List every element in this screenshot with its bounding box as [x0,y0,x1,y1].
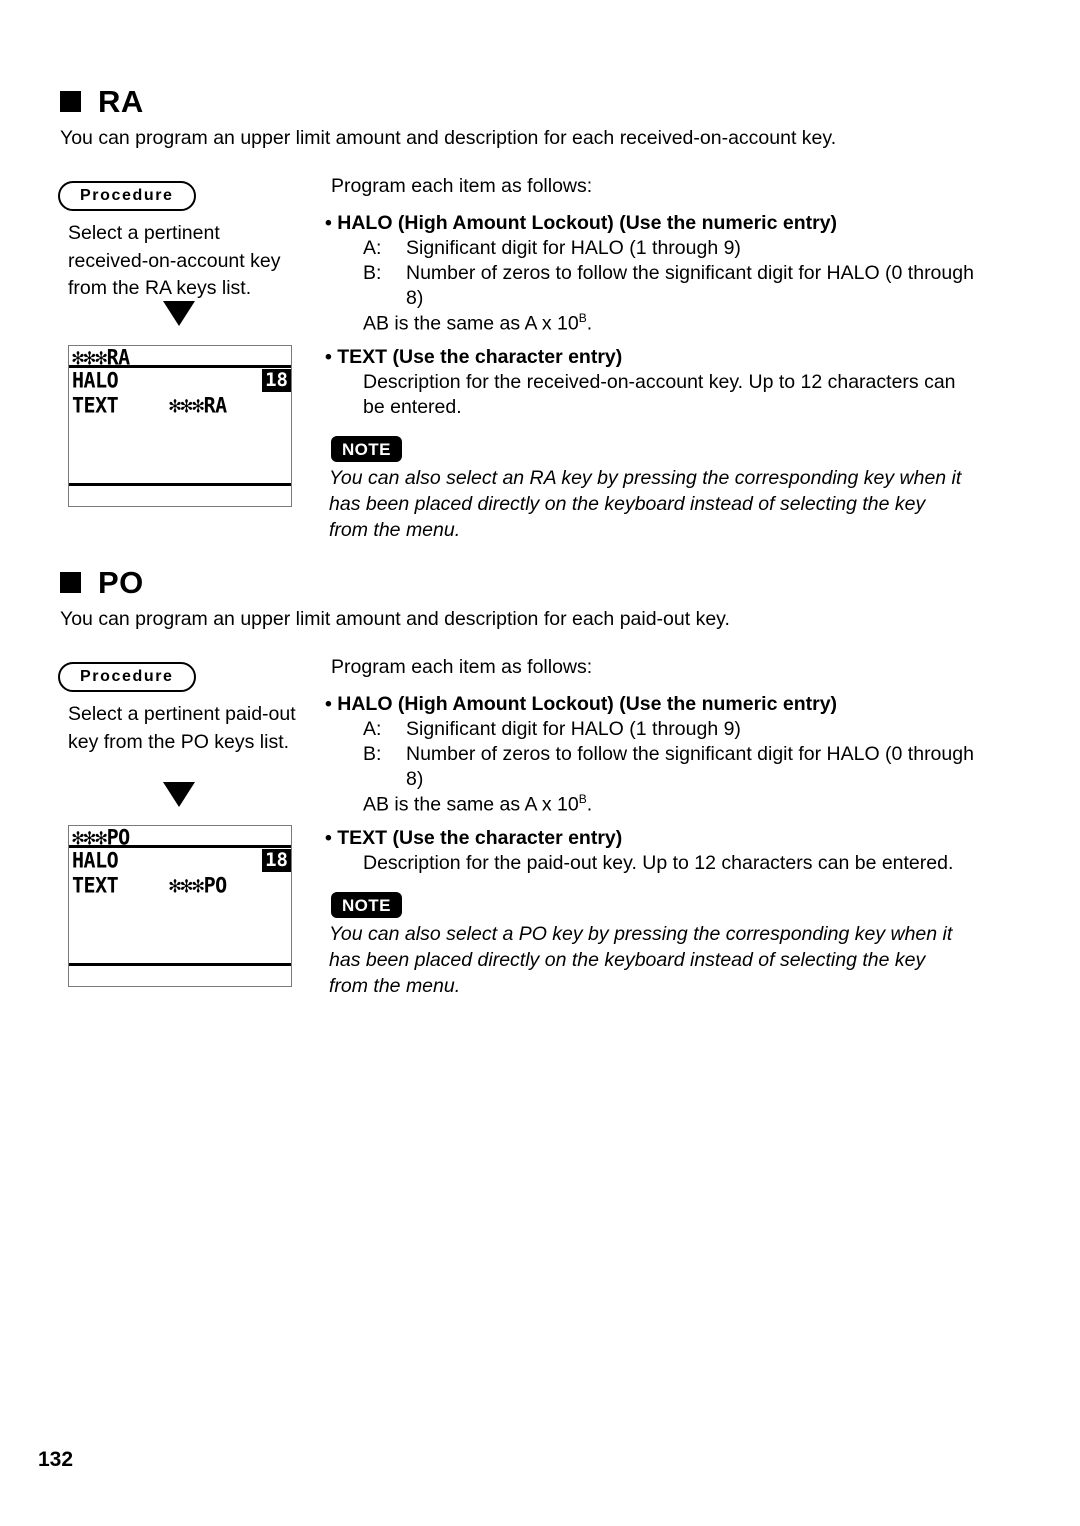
halo-ab-formula-ra: AB is the same as A x 10B. [363,311,592,336]
text-body-ra: Description for the received-on-account … [363,371,956,418]
lcd-title-text-ra: ✻✻✻RA [72,345,130,370]
procedure-badge-label-ra: Procedure [80,187,174,204]
halo-heading-po: • HALO (High Amount Lockout) (Use the nu… [325,693,838,715]
halo-ab-prefix-po: AB is the same as A x 10 [363,793,579,816]
halo-ab-exponent-ra: B [578,311,587,325]
lcd-title-text-po: ✻✻✻PO [72,825,130,850]
down-arrow-icon-po [163,782,195,807]
halo-ab-formula-po: AB is the same as A x 10B. [363,792,592,817]
procedure-badge-po: Procedure [58,662,196,692]
halo-b-text-ra: Number of zeros to follow the significan… [406,262,974,309]
halo-ab-prefix-ra: AB is the same as A x 10 [363,312,579,335]
section-title-ra: RA [98,84,144,119]
lcd-label-halo-po: HALO [72,846,119,873]
halo-ab-suffix-ra: . [586,312,593,335]
program-line-ra: Program each item as follows: [331,175,593,197]
text-heading-po: • TEXT (Use the character entry) [325,827,623,849]
note-body-po: You can also select a PO key by pressing… [329,923,953,997]
halo-b-text-po: Number of zeros to follow the significan… [406,743,974,790]
procedure-step-text-po: Select a pertinent paid-out key from the… [68,703,296,753]
down-arrow-icon-ra [163,301,195,326]
section-title-po: PO [98,565,144,600]
note-badge-po: NOTE [331,892,402,918]
program-line-po: Program each item as follows: [331,656,593,678]
halo-heading-ra: • HALO (High Amount Lockout) (Use the nu… [325,212,838,234]
lcd-title-bar-po: ✻✻✻PO [69,825,291,850]
lcd-footer-ra [69,486,291,506]
note-badge-label-ra: NOTE [342,439,391,459]
text-body-po: Description for the paid-out key. Up to … [363,852,954,874]
section-heading-ra: RA [60,86,144,117]
lcd-label-text-ra: TEXT [72,391,119,418]
procedure-badge-ra: Procedure [58,181,196,211]
lcd-value-text-po: ✻✻✻PO [169,871,227,898]
lcd-display-po: ✻✻✻PO HALO 18 TEXT ✻✻✻PO [68,825,292,987]
section-intro-ra: You can program an upper limit amount an… [60,127,837,149]
halo-b-label-ra: B: [363,262,382,284]
procedure-badge-label-po: Procedure [80,668,174,685]
lcd-title-bar-ra: ✻✻✻RA [69,345,291,370]
lcd-label-halo-ra: HALO [72,366,119,393]
square-bullet-icon [60,572,81,593]
halo-b-label-po: B: [363,743,382,765]
document-page: RA You can program an upper limit amount… [0,0,1080,1526]
note-badge-label-po: NOTE [342,895,391,915]
halo-ab-exponent-po: B [578,792,587,806]
square-bullet-icon [60,91,81,112]
note-body-ra: You can also select an RA key by pressin… [329,467,962,541]
lcd-row-halo-po: HALO 18 [69,848,291,873]
page-number: 132 [38,1448,74,1471]
lcd-row-text-ra: TEXT ✻✻✻RA [69,393,291,418]
lcd-footer-po [69,966,291,986]
section-heading-po: PO [60,567,144,598]
lcd-value-text-ra: ✻✻✻RA [169,391,227,418]
lcd-badge-halo-po: 18 [262,849,291,872]
lcd-body-ra: HALO 18 TEXT ✻✻✻RA [69,368,291,468]
halo-a-text-ra: Significant digit for HALO (1 through 9) [406,237,741,259]
lcd-label-text-po: TEXT [72,871,119,898]
lcd-badge-halo-ra: 18 [262,369,291,392]
lcd-row-halo-ra: HALO 18 [69,368,291,393]
note-badge-ra: NOTE [331,436,402,462]
procedure-step-text-ra: Select a pertinent received-on-account k… [68,222,281,300]
section-intro-po: You can program an upper limit amount an… [60,608,730,630]
lcd-body-po: HALO 18 TEXT ✻✻✻PO [69,848,291,948]
halo-a-label-po: A: [363,718,382,740]
halo-a-label-ra: A: [363,237,382,259]
lcd-row-text-po: TEXT ✻✻✻PO [69,873,291,898]
text-heading-ra: • TEXT (Use the character entry) [325,346,623,368]
halo-a-text-po: Significant digit for HALO (1 through 9) [406,718,741,740]
halo-ab-suffix-po: . [586,793,593,816]
lcd-display-ra: ✻✻✻RA HALO 18 TEXT ✻✻✻RA [68,345,292,507]
